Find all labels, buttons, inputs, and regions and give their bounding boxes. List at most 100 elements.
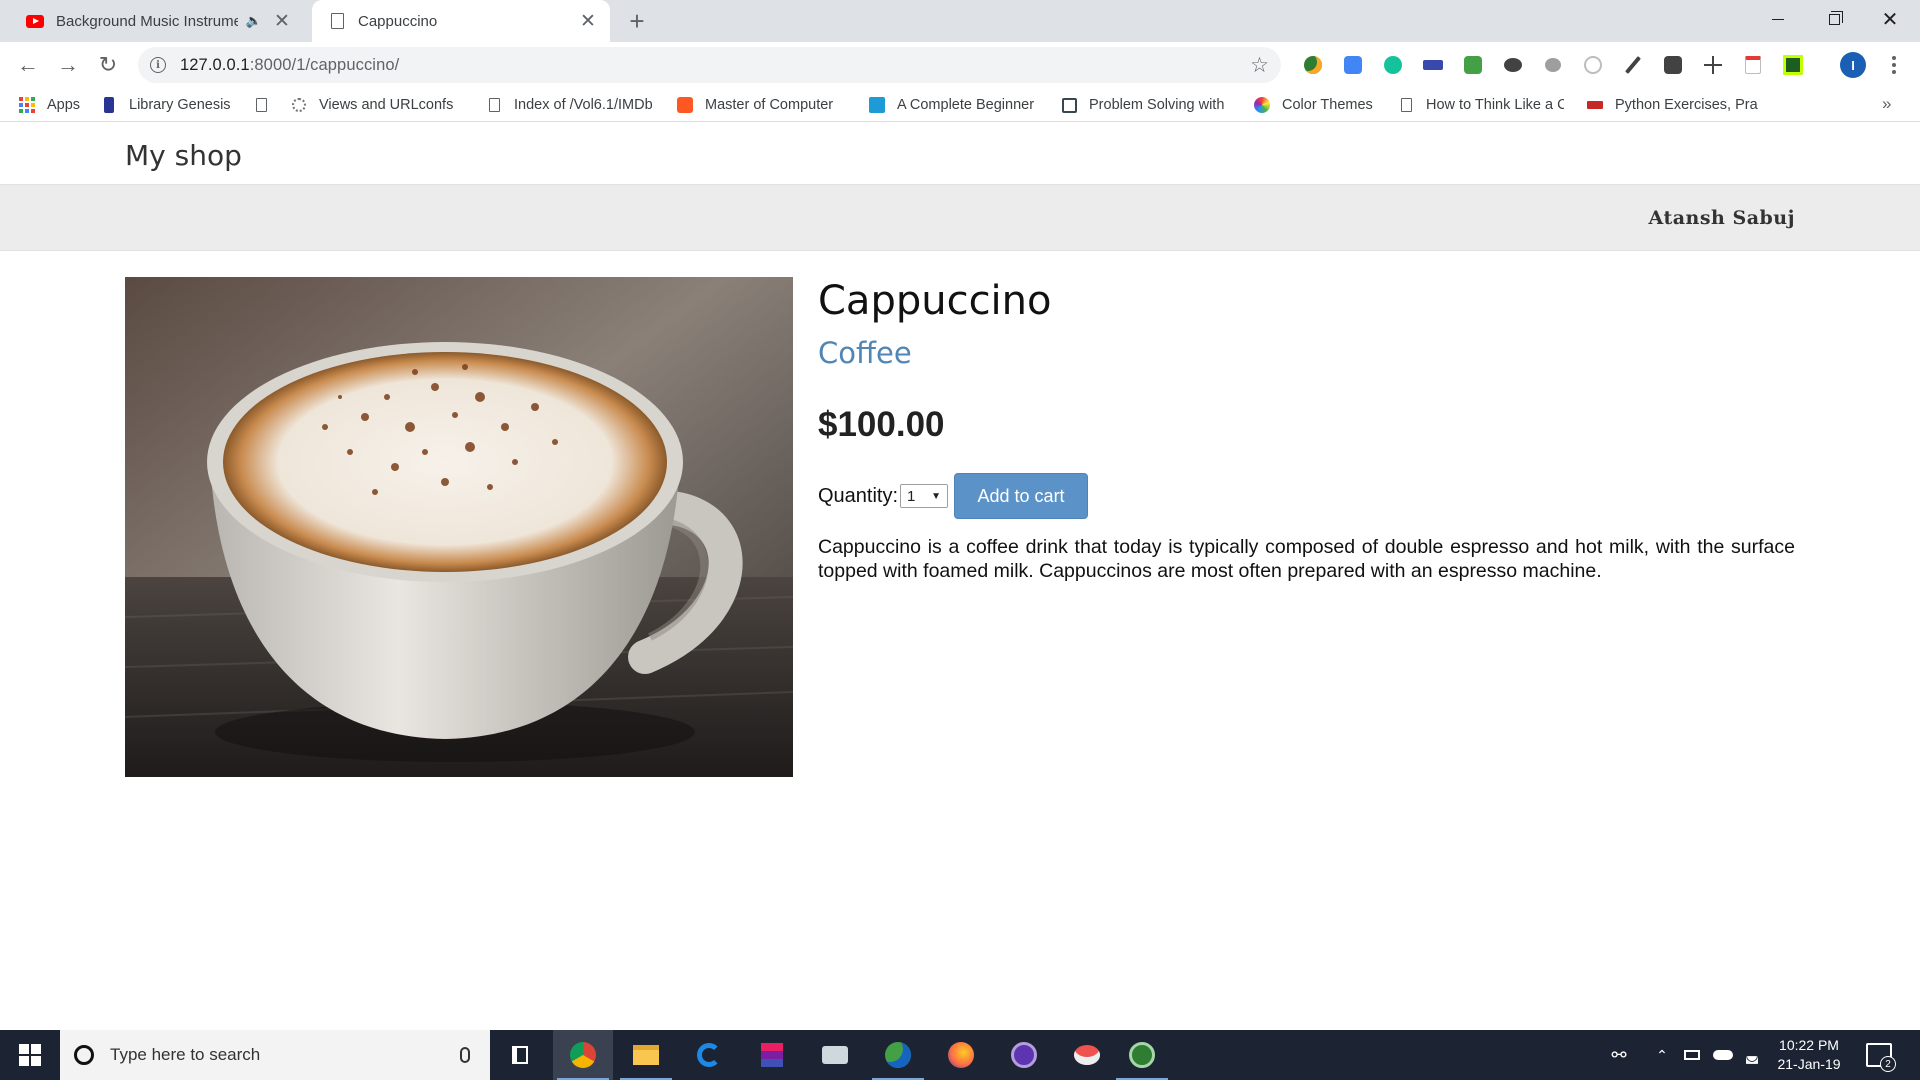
tab-title: Background Music Instrumental (56, 12, 238, 30)
search-placeholder: Type here to search (110, 1045, 261, 1064)
blogger-icon (677, 97, 693, 113)
close-tab-icon[interactable]: ✕ (576, 9, 600, 33)
extension-cloud-icon[interactable] (1541, 53, 1565, 77)
back-arrow-icon[interactable]: ← (12, 49, 44, 81)
bookmark-python-exercises[interactable]: Python Exercises, Pra (1587, 93, 1758, 117)
taskbar-edge-icon[interactable] (679, 1030, 739, 1080)
taskbar-tor-icon[interactable] (994, 1030, 1054, 1080)
taskbar-search[interactable]: Type here to search (60, 1030, 490, 1080)
bookmark-problem-solving[interactable]: Problem Solving with (1061, 93, 1232, 117)
library-icon (101, 97, 117, 113)
youtube-icon (26, 12, 44, 30)
apps-grid-icon (19, 97, 35, 113)
product-category-link[interactable]: Coffee (818, 335, 1795, 371)
reload-icon[interactable]: ↻ (92, 49, 124, 81)
speaker-icon[interactable]: 🔈 (244, 13, 264, 29)
minimize-button[interactable] (1750, 0, 1806, 38)
taskbar-globe-app-icon[interactable] (868, 1030, 928, 1080)
taskbar-scanner-icon[interactable] (805, 1030, 865, 1080)
product-price: $100.00 (818, 405, 945, 444)
close-tab-icon[interactable]: ✕ (270, 9, 294, 33)
quantity-select[interactable]: 1 ▼ (900, 484, 949, 508)
document-icon (486, 97, 502, 113)
cappuccino-cup-image (125, 277, 793, 777)
product-details: Cappuccino Coffee $100.00 Quantity: 1 ▼ … (818, 277, 1795, 583)
gre-icon[interactable] (1421, 53, 1445, 77)
windows-logo-icon (19, 1044, 41, 1066)
product-description: Cappuccino is a coffee drink that today … (818, 536, 1795, 582)
address-bar[interactable]: i 127.0.0.1:8000/1/cappuccino/ ☆ (138, 47, 1281, 83)
notification-count-badge: 2 (1880, 1056, 1896, 1072)
grammarly-icon[interactable] (1381, 53, 1405, 77)
move-icon[interactable] (1701, 53, 1725, 77)
url-text[interactable]: 127.0.0.1:8000/1/cappuccino/ (180, 56, 399, 75)
new-tab-button[interactable]: + (622, 6, 652, 36)
document-icon (328, 12, 346, 30)
tab-title: Cappuccino (358, 12, 438, 30)
dropdown-arrow-icon: ▼ (931, 490, 942, 502)
calendar-icon[interactable] (1741, 53, 1765, 77)
bookmark-how-to-think[interactable]: How to Think Like a C (1398, 93, 1564, 117)
m-extension-icon[interactable] (1781, 53, 1805, 77)
google-translate-icon[interactable] (1341, 53, 1365, 77)
product-image (125, 277, 793, 777)
info-icon[interactable]: i (150, 57, 166, 73)
browser-menu-icon[interactable] (1882, 50, 1906, 80)
people-icon[interactable]: ⚯ (1604, 1030, 1634, 1080)
django-icon (291, 97, 307, 113)
extension-globe-icon[interactable] (1301, 53, 1325, 77)
taskbar-atom-icon[interactable] (1112, 1030, 1172, 1080)
start-button[interactable] (0, 1030, 60, 1080)
browser-tab-strip: Background Music Instrumental 🔈 ✕ Cappuc… (0, 0, 1920, 42)
taskbar-file-explorer-icon[interactable] (616, 1030, 676, 1080)
taskbar-winrar-icon[interactable] (742, 1030, 802, 1080)
windows-taskbar: Type here to search ⚯ ⌃ ◛ 10:22 PM 21-Ja… (0, 1030, 1920, 1080)
bookmark-complete-beginner[interactable]: A Complete Beginner (869, 93, 1040, 117)
browser-toolbar: ← → ↻ i 127.0.0.1:8000/1/cappuccino/ ☆ I (0, 42, 1920, 88)
shop-logo[interactable]: My shop (125, 139, 242, 172)
taskbar-firefox-icon[interactable] (931, 1030, 991, 1080)
download-icon[interactable] (1661, 53, 1685, 77)
bookmark-apps[interactable]: Apps (19, 93, 80, 117)
bookmark-index-imdb[interactable]: Index of /Vol6.1/IMDb (486, 93, 657, 117)
onedrive-cloud-icon[interactable] (1710, 1030, 1736, 1080)
printer-icon[interactable] (1461, 53, 1485, 77)
task-view-icon[interactable] (490, 1030, 550, 1080)
taskbar-snipping-icon[interactable] (1057, 1030, 1117, 1080)
show-hidden-icons-chevron[interactable]: ⌃ (1650, 1030, 1674, 1080)
profile-avatar[interactable]: I (1840, 52, 1866, 78)
forward-arrow-icon[interactable]: → (52, 49, 84, 81)
color-wheel-icon (1254, 97, 1270, 113)
wifi-icon[interactable]: ◛ (1740, 1030, 1764, 1080)
clock-time: 10:22 PM (1779, 1037, 1839, 1053)
quantity-label: Quantity: (818, 484, 899, 507)
battery-icon[interactable] (1680, 1030, 1704, 1080)
bookmark-library-genesis[interactable]: Library Genesis (101, 93, 231, 117)
bookmark-master-computer[interactable]: Master of Computer (677, 93, 848, 117)
bookmark-color-themes[interactable]: Color Themes (1254, 93, 1373, 117)
add-to-cart-button[interactable]: Add to cart (954, 473, 1089, 519)
bookmarks-bar: Apps Library Genesis Views and URLconfs … (0, 88, 1920, 122)
close-window-button[interactable]: ✕ (1862, 0, 1918, 38)
w3resource-icon (1587, 97, 1603, 113)
document-icon (253, 97, 269, 113)
bookmark-star-icon[interactable]: ☆ (1250, 53, 1269, 78)
clock-date: 21-Jan-19 (1777, 1056, 1841, 1072)
pen-icon[interactable] (1621, 53, 1645, 77)
taskbar-clock[interactable]: 10:22 PM 21-Jan-19 (1764, 1036, 1854, 1074)
more-bookmarks-icon[interactable]: » (1882, 94, 1891, 114)
tab-cappuccino[interactable]: Cappuccino ✕ (312, 0, 610, 42)
bookmark-views-urlconfs[interactable]: Views and URLconfs (291, 93, 464, 117)
taskbar-chrome-icon[interactable] (553, 1030, 613, 1080)
document-icon (1398, 97, 1414, 113)
tab-background-music[interactable]: Background Music Instrumental 🔈 ✕ (14, 0, 304, 42)
extension-circles-icon[interactable] (1501, 53, 1525, 77)
microphone-icon[interactable] (460, 1047, 470, 1063)
add-to-cart-form: Quantity: 1 ▼ Add to cart (818, 473, 1795, 519)
user-bar: Atansh Sabuj (0, 184, 1920, 251)
cortana-icon (74, 1045, 94, 1065)
product-title: Cappuccino (818, 278, 1052, 324)
restore-button[interactable] (1806, 0, 1862, 38)
extension-disabled-icon[interactable] (1581, 53, 1605, 77)
bookmark-untitled[interactable] (253, 93, 281, 117)
